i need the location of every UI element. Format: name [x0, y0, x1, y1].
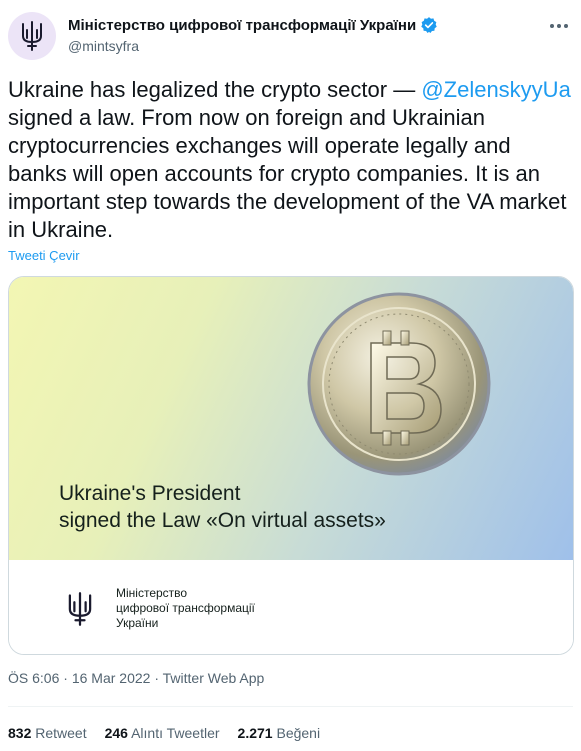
trident-icon — [68, 592, 92, 626]
media-banner: Ukraine's President signed the Law «On v… — [9, 277, 573, 560]
likes-label: Beğeni — [276, 725, 321, 741]
media-headline-line2: signed the Law «On virtual assets» — [59, 509, 386, 532]
tweet-source[interactable]: Twitter Web App — [163, 670, 265, 686]
tweet-text: Ukraine has legalized the crypto sector … — [8, 76, 574, 244]
retweets-stat[interactable]: 832 Retweet — [8, 725, 87, 741]
author-handle[interactable]: @mintsyfra — [68, 38, 438, 54]
media-footer: Міністерство цифрової трансформації Укра… — [9, 560, 573, 654]
quotes-count: 246 — [104, 725, 128, 741]
avatar[interactable] — [8, 12, 56, 60]
tweet-date[interactable]: 16 Mar 2022 — [72, 670, 151, 686]
trident-icon — [22, 21, 42, 51]
tweet-text-part1: Ukraine has legalized the crypto sector … — [8, 77, 422, 102]
tweet-metadata: ÖS 6:06 · 16 Mar 2022 · Twitter Web App — [8, 670, 264, 686]
likes-count: 2.271 — [237, 725, 273, 741]
author-display-name[interactable]: Міністерство цифрової трансформації Укра… — [68, 17, 416, 34]
quotes-label: Alıntı Tweetler — [131, 725, 220, 741]
divider — [8, 706, 573, 707]
tweet-header: Міністерство цифрової трансформації Укра… — [8, 12, 573, 64]
bitcoin-coin-icon — [307, 292, 491, 476]
author-name[interactable]: Міністерство цифрової трансформації Укра… — [68, 16, 438, 34]
retweets-count: 832 — [8, 725, 32, 741]
ministry-line1: Міністерство — [116, 586, 188, 600]
retweets-label: Retweet — [35, 725, 87, 741]
meta-separator: · — [63, 670, 68, 686]
media-headline: Ukraine's President signed the Law «On v… — [59, 480, 386, 534]
mention-link[interactable]: @ZelenskyyUa — [421, 77, 571, 102]
tweet-media-image[interactable]: Ukraine's President signed the Law «On v… — [8, 276, 574, 655]
ministry-line3: України — [116, 616, 159, 630]
likes-stat[interactable]: 2.271 Beğeni — [238, 725, 321, 741]
ministry-name: Міністерство цифрової трансформації Укра… — [116, 586, 255, 631]
tweet-time[interactable]: ÖS 6:06 — [8, 670, 59, 686]
ministry-logo — [59, 588, 101, 630]
verified-badge-icon — [421, 17, 437, 34]
ministry-line2: цифрової трансформації — [116, 601, 255, 615]
media-headline-line1: Ukraine's President — [59, 482, 241, 505]
tweet-text-part2: signed a law. From now on foreign and Uk… — [8, 105, 567, 242]
translate-tweet-link[interactable]: Tweeti Çevir — [8, 248, 80, 263]
more-options-icon[interactable] — [547, 16, 571, 36]
tweet-stats: 832 Retweet 246 Alıntı Tweetler 2.271 Be… — [8, 725, 320, 741]
meta-separator: · — [154, 670, 159, 686]
quotes-stat[interactable]: 246 Alıntı Tweetler — [105, 725, 220, 741]
